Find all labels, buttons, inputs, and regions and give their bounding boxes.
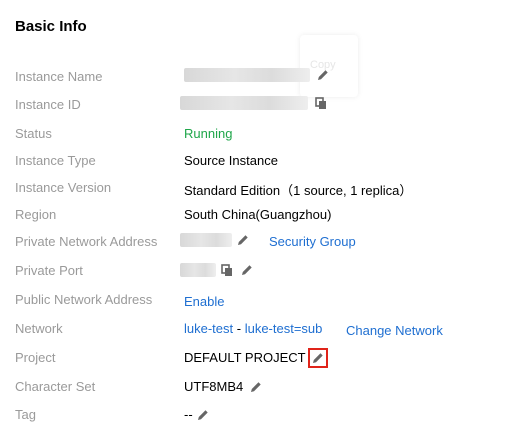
edit-icon[interactable] xyxy=(236,233,250,247)
label-tag: Tag xyxy=(15,407,36,422)
row-instance-id: Instance ID xyxy=(0,93,510,117)
section-title: Basic Info xyxy=(15,18,87,35)
edit-project-icon[interactable] xyxy=(307,347,328,368)
change-network-link[interactable]: Change Network xyxy=(346,323,443,338)
enable-public-network-link[interactable]: Enable xyxy=(184,294,224,309)
project-value: DEFAULT PROJECT xyxy=(184,350,306,365)
row-project: Project DEFAULT PROJECT xyxy=(0,346,510,370)
row-private-port: Private Port xyxy=(0,259,510,283)
label-instance-id: Instance ID xyxy=(15,97,81,112)
private-ip-value-redacted xyxy=(180,233,232,247)
security-group-link[interactable]: Security Group xyxy=(269,234,356,249)
instance-id-value-redacted xyxy=(180,96,308,110)
edit-icon[interactable] xyxy=(249,380,263,394)
status-value: Running xyxy=(184,126,233,141)
region-value: South China(Guangzhou) xyxy=(184,207,332,222)
network-separator: - xyxy=(233,321,245,336)
row-instance-name: Instance Name xyxy=(0,65,510,89)
character-set-value: UTF8MB4 xyxy=(184,379,244,394)
row-network: Network luke-test - luke-test=sub Change… xyxy=(0,317,510,341)
copy-icon[interactable] xyxy=(220,263,234,277)
label-instance-name: Instance Name xyxy=(15,69,103,84)
row-instance-version: Instance Version Standard Edition（1 sour… xyxy=(0,176,510,200)
edit-icon[interactable] xyxy=(196,408,210,422)
label-status: Status xyxy=(15,126,52,141)
instance-type-value: Source Instance xyxy=(184,153,278,168)
row-public-network-address: Public Network Address Enable xyxy=(0,288,510,312)
row-character-set: Character Set UTF8MB4 xyxy=(0,375,510,399)
instance-name-value-redacted xyxy=(184,68,310,82)
instance-version-value: Standard Edition（1 source, 1 replica） xyxy=(184,183,413,198)
vpc-link[interactable]: luke-test xyxy=(184,321,233,336)
label-instance-version: Instance Version xyxy=(15,180,112,195)
copy-icon[interactable] xyxy=(314,96,328,110)
label-private-network-address: Private Network Address xyxy=(15,234,158,249)
subnet-link[interactable]: luke-test=sub xyxy=(245,321,323,336)
label-project: Project xyxy=(15,350,56,365)
label-public-network-address: Public Network Address xyxy=(15,292,153,307)
label-instance-type: Instance Type xyxy=(15,153,96,168)
label-network: Network xyxy=(15,321,63,336)
row-region: Region South China(Guangzhou) xyxy=(0,203,510,227)
row-tag: Tag -- xyxy=(0,403,510,427)
label-character-set: Character Set xyxy=(15,379,96,394)
row-private-network-address: Private Network Address Security Group xyxy=(0,230,510,254)
edit-icon[interactable] xyxy=(240,263,254,277)
row-instance-type: Instance Type Source Instance xyxy=(0,149,510,173)
row-status: Status Running xyxy=(0,122,510,146)
tag-value: -- xyxy=(184,407,193,422)
label-private-port: Private Port xyxy=(15,263,83,278)
edit-icon[interactable] xyxy=(316,68,330,82)
private-port-value-redacted xyxy=(180,263,216,277)
label-region: Region xyxy=(15,207,57,222)
